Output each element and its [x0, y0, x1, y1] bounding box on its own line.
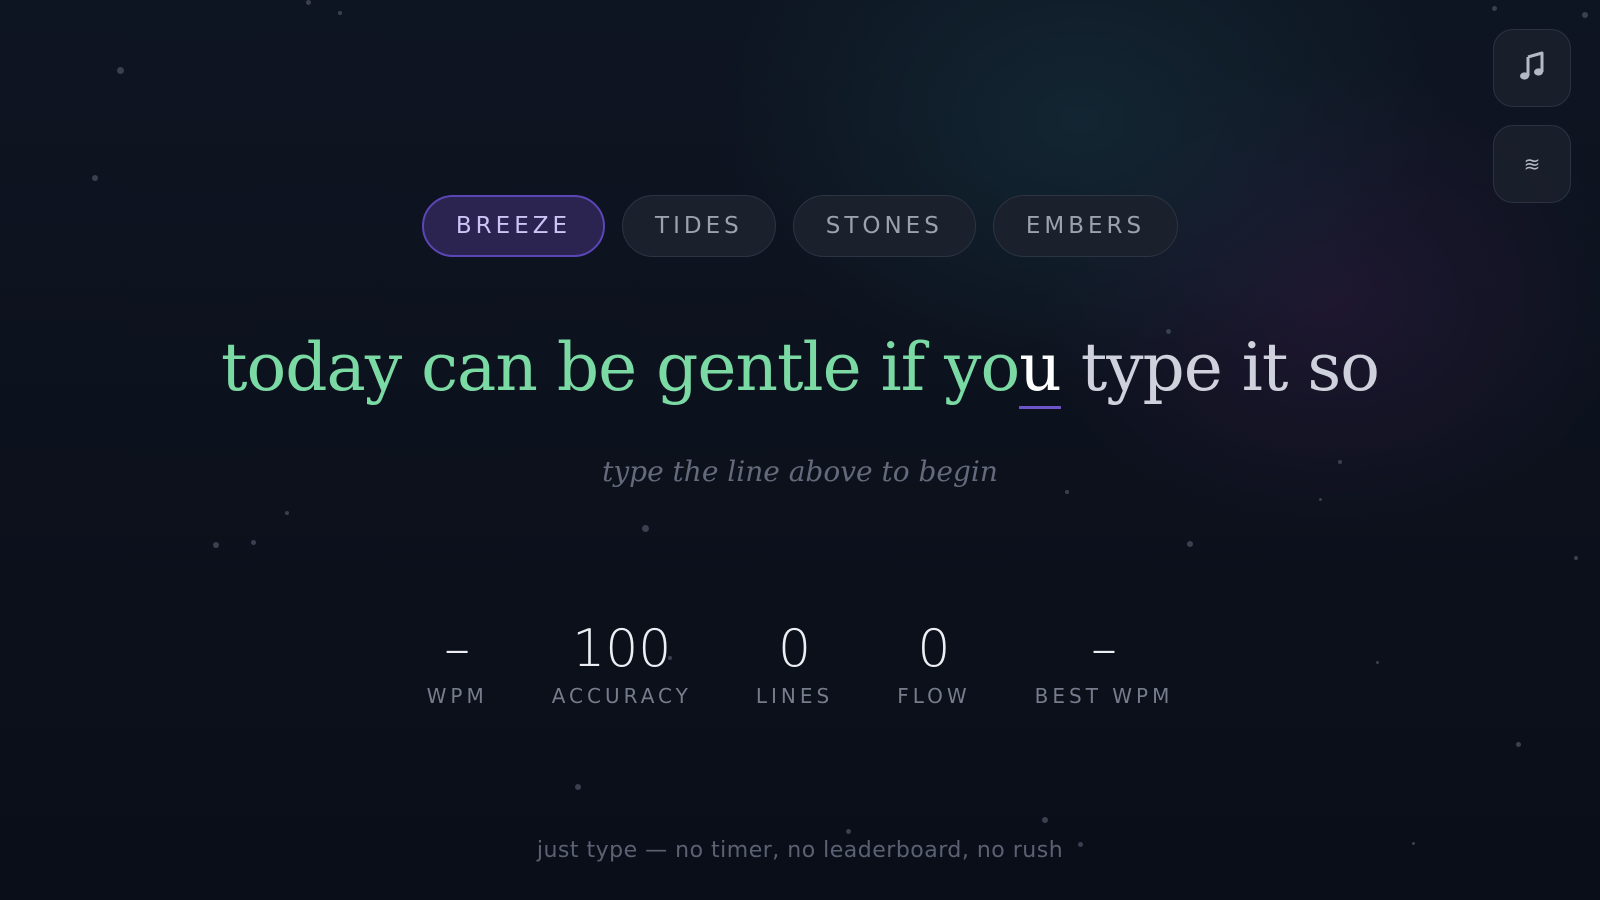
decor-dot: [306, 0, 311, 5]
stat-value: –: [444, 619, 471, 679]
stat-label: FLOW: [897, 684, 971, 708]
music-note-icon: [1519, 51, 1545, 85]
decor-dot: [338, 11, 342, 15]
stat-label: BEST WPM: [1034, 684, 1174, 708]
decor-dot: [846, 829, 851, 834]
decor-dot: [117, 67, 124, 74]
tab-breeze[interactable]: BREEZE: [421, 195, 606, 257]
tab-tides[interactable]: TIDES: [622, 195, 776, 257]
stat-best-wpm: – BEST WPM: [1035, 618, 1174, 708]
typed-text: today can be gentle if yo: [220, 329, 1020, 406]
waves-icon: ≋: [1523, 152, 1541, 176]
decor-dot: [642, 525, 649, 532]
typing-sentence[interactable]: today can be gentle if you type it so: [0, 325, 1600, 411]
music-toggle-button[interactable]: [1493, 29, 1571, 107]
stat-value: 0: [917, 619, 951, 679]
tab-embers[interactable]: EMBERS: [992, 195, 1179, 257]
footer-note: just type — no timer, no leaderboard, no…: [536, 838, 1064, 863]
decor-dot: [285, 511, 289, 515]
decor-dot: [1065, 490, 1069, 494]
current-character: u: [1019, 325, 1062, 411]
stat-wpm: – WPM: [427, 618, 488, 708]
decor-dot: [1187, 541, 1193, 547]
stat-label: ACCURACY: [551, 684, 692, 708]
decor-dot: [213, 542, 219, 548]
stat-accuracy: 100 ACCURACY: [552, 618, 692, 708]
decor-dot: [1319, 498, 1322, 501]
decor-dot: [1042, 817, 1048, 823]
decor-dot: [251, 540, 256, 545]
ambient-sound-button[interactable]: ≋: [1493, 125, 1571, 203]
stats-bar: – WPM 100 ACCURACY 0 LINES 0 FLOW – BEST…: [0, 618, 1600, 708]
stat-value: –: [1091, 619, 1118, 679]
decor-dot: [1516, 742, 1521, 747]
decor-dot: [1574, 556, 1578, 560]
stat-label: WPM: [426, 684, 488, 708]
tab-stones[interactable]: STONES: [792, 195, 976, 257]
decor-dot: [575, 784, 581, 790]
decor-dot: [1492, 6, 1497, 11]
mode-tabs: BREEZE TIDES STONES EMBERS: [0, 195, 1600, 257]
stat-value: 100: [572, 619, 672, 679]
stat-lines: 0 LINES: [756, 618, 833, 708]
stat-label: LINES: [755, 684, 834, 708]
decor-dot: [1582, 12, 1588, 18]
remaining-text: type it so: [1060, 329, 1380, 406]
stat-value: 0: [777, 619, 812, 679]
typing-hint: type the line above to begin: [602, 455, 998, 488]
stat-flow: 0 FLOW: [897, 618, 970, 708]
decor-dot: [92, 175, 98, 181]
